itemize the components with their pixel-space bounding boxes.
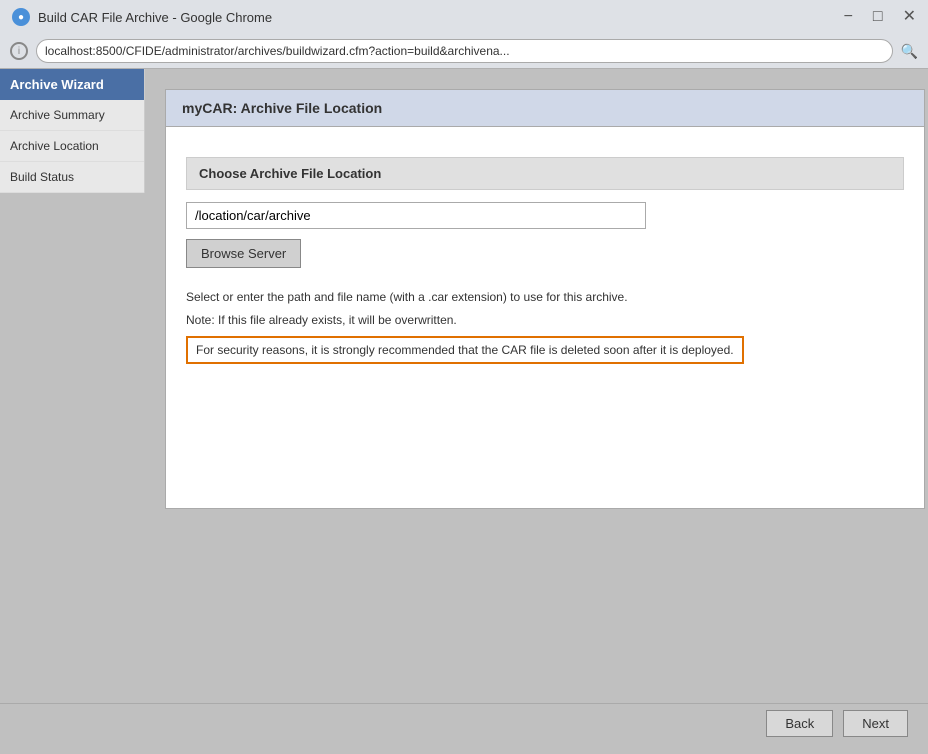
section-header: Choose Archive File Location (186, 157, 904, 190)
sidebar-wrapper: Archive Wizard Archive Summary Archive L… (0, 69, 145, 703)
security-icon: i (10, 42, 28, 60)
sidebar: Archive Wizard Archive Summary Archive L… (0, 69, 145, 193)
sidebar-item-build-status[interactable]: Build Status (0, 162, 144, 193)
content-area: myCAR: Archive File Location Choose Arch… (145, 69, 928, 703)
minimize-button[interactable]: − (844, 9, 853, 25)
maximize-button[interactable]: □ (873, 9, 883, 25)
info-text-line1: Select or enter the path and file name (… (186, 288, 904, 307)
browser-icon: ● (12, 8, 30, 26)
window-controls: − □ ✕ (844, 9, 916, 25)
close-button[interactable]: ✕ (903, 9, 916, 25)
wizard-panel-title: myCAR: Archive File Location (166, 90, 924, 127)
info-text-line2: Note: If this file already exists, it wi… (186, 311, 904, 330)
security-warning: For security reasons, it is strongly rec… (186, 336, 744, 364)
file-location-input[interactable] (186, 202, 646, 229)
sidebar-header: Archive Wizard (0, 69, 144, 100)
search-icon[interactable]: 🔍 (901, 43, 918, 60)
title-bar: ● Build CAR File Archive - Google Chrome… (0, 0, 928, 34)
app-container: Archive Wizard Archive Summary Archive L… (0, 69, 928, 703)
sidebar-item-archive-summary[interactable]: Archive Summary (0, 100, 144, 131)
browser-title: Build CAR File Archive - Google Chrome (38, 10, 836, 25)
browser-chrome: ● Build CAR File Archive - Google Chrome… (0, 0, 928, 69)
browse-server-button[interactable]: Browse Server (186, 239, 301, 268)
wizard-panel-body: Choose Archive File Location Browse Serv… (166, 127, 924, 394)
footer: Back Next (0, 703, 928, 743)
back-button[interactable]: Back (766, 710, 833, 737)
next-button[interactable]: Next (843, 710, 908, 737)
wizard-panel: myCAR: Archive File Location Choose Arch… (165, 89, 925, 509)
url-input[interactable] (36, 39, 893, 63)
sidebar-item-archive-location[interactable]: Archive Location (0, 131, 144, 162)
address-bar: i 🔍 (0, 34, 928, 68)
